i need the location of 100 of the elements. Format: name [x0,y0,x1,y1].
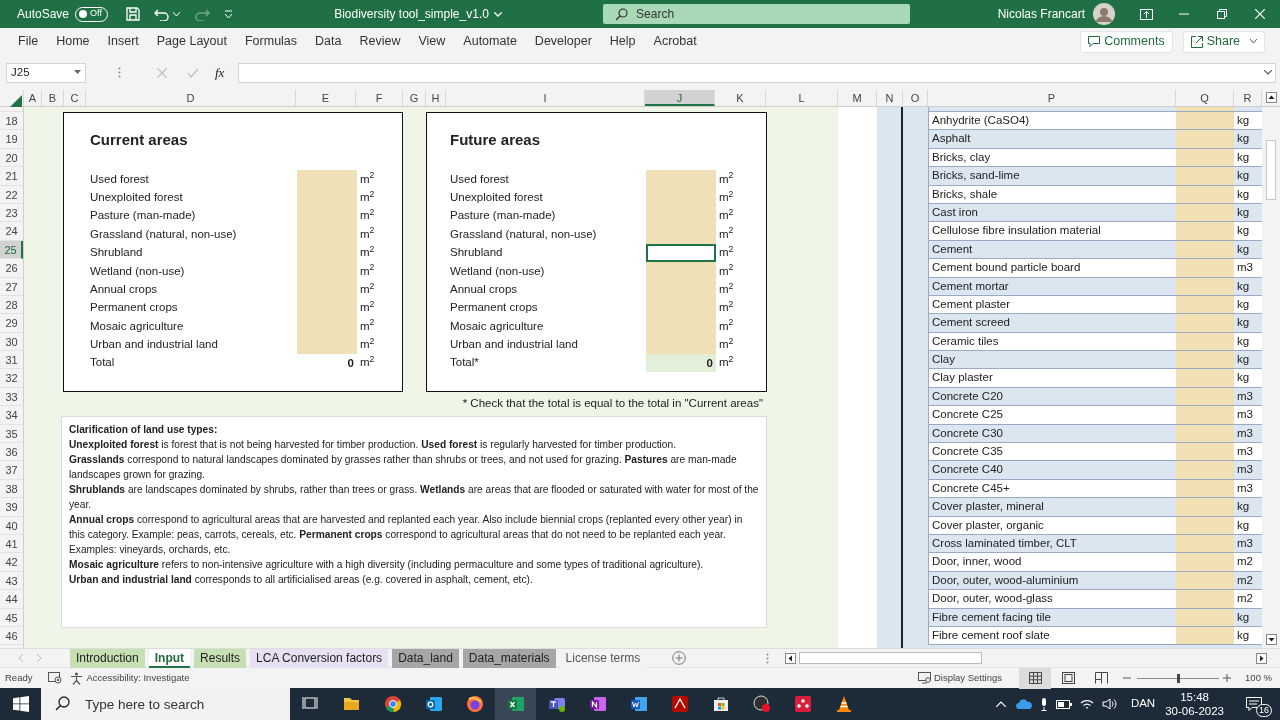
column-header[interactable]: D [86,90,296,106]
input-cell[interactable] [1176,314,1234,333]
macro-record-icon[interactable] [48,672,63,684]
zoom-level[interactable]: 100 % [1245,670,1272,686]
recorder-icon[interactable] [752,695,771,713]
ribbon-tab[interactable]: Automate [454,32,526,51]
cloud-icon[interactable] [1015,698,1032,710]
customize-icon[interactable] [224,9,234,19]
chrome-icon[interactable] [383,695,402,713]
scroll-down-icon[interactable] [1265,634,1277,645]
wifi-icon[interactable] [1079,698,1094,710]
sheet-tab[interactable]: Introduction [70,648,145,668]
sheet-tab[interactable]: Data_land [392,648,459,668]
previous-sheet-icon[interactable] [18,654,24,662]
folder-icon[interactable] [342,695,361,713]
column-header[interactable]: M [838,90,877,106]
ribbon-tab[interactable]: Data [306,32,351,51]
input-cell[interactable] [1176,369,1234,388]
column-header[interactable]: R [1234,90,1262,106]
undo-icon[interactable] [154,7,171,21]
slider-thumb[interactable] [1176,673,1180,683]
accessibility-icon[interactable] [70,671,84,685]
column-header[interactable]: H [426,90,446,106]
input-cell[interactable] [1176,259,1234,278]
row-header[interactable]: 37 [0,461,23,480]
ribbon-tab[interactable]: Insert [98,32,148,51]
windows-start-icon[interactable] [12,696,29,712]
add-sheet-icon[interactable] [672,651,687,665]
row-header[interactable]: 41 [0,535,23,554]
pdf-icon[interactable] [670,695,689,713]
row-header[interactable]: 24 [0,222,23,241]
column-header[interactable]: C [64,90,86,106]
outlook-icon[interactable] [424,695,443,713]
column-header[interactable]: Q [1176,90,1234,106]
ribbon-tab[interactable]: Acrobat [644,32,706,51]
clock[interactable]: 15:48 30-06-2023 [1165,690,1224,718]
speaker-icon[interactable] [1101,698,1117,710]
ribbon-display-icon[interactable] [1140,8,1153,20]
ribbon-tab[interactable]: Page Layout [147,32,236,51]
language-indicator[interactable]: DAN [1130,695,1156,713]
column-header[interactable]: K [715,90,766,106]
row-header[interactable]: 29 [0,314,23,333]
input-cell[interactable] [1176,406,1234,425]
row-header[interactable]: 42 [0,553,23,572]
chevron-icon[interactable] [493,11,502,17]
row-header[interactable]: 18 [0,112,23,131]
store-icon[interactable] [711,695,730,713]
normal-view-icon[interactable] [1028,672,1042,684]
share-button[interactable]: Share [1182,30,1265,53]
input-cell[interactable] [1176,590,1234,609]
row-header[interactable]: 39 [0,498,23,517]
close-icon[interactable] [1255,9,1265,19]
ribbon-tab[interactable]: Review [350,32,410,51]
formula-input[interactable] [238,62,1276,83]
row-header[interactable]: 36 [0,443,23,462]
row-header[interactable]: 20 [0,148,23,168]
sheet-tab[interactable]: Results [194,648,247,668]
ribbon-tab[interactable]: View [409,32,455,51]
page-break-icon[interactable] [1095,672,1109,684]
input-cell[interactable] [1176,498,1234,517]
row-header[interactable]: 26 [0,259,23,278]
row-header[interactable]: 34 [0,406,23,425]
sheet-tab[interactable]: Data_materials [462,648,556,668]
teams-icon[interactable] [547,695,566,713]
avatar-icon[interactable] [1093,3,1115,25]
firefox-icon[interactable] [465,695,484,713]
input-cell[interactable] [297,170,357,189]
column-header[interactable]: O [903,90,928,106]
column-header[interactable]: B [42,90,64,106]
display-settings-icon[interactable] [917,672,931,684]
row-header[interactable]: 46 [0,626,23,646]
display-settings-button[interactable]: Display Settings [933,670,1003,686]
enter-icon[interactable] [187,67,199,78]
input-cell[interactable] [646,225,716,244]
row-header[interactable]: 19 [0,130,23,149]
column-header[interactable]: A [24,90,42,106]
column-header[interactable]: L [766,90,838,106]
input-cell[interactable] [1176,222,1234,241]
ribbon-tab[interactable]: Developer [525,32,601,51]
page-layout-icon[interactable] [1062,672,1076,684]
row-header[interactable]: 21 [0,167,23,186]
input-cell[interactable] [1176,112,1234,131]
scroll-right-icon[interactable] [1256,652,1268,664]
scroll-up-icon[interactable] [1265,92,1277,103]
microphone-icon[interactable] [1039,697,1048,711]
scroll-left-icon[interactable] [785,652,797,664]
row-header[interactable]: 22 [0,185,23,204]
ribbon-tab[interactable]: Help [600,32,645,51]
next-sheet-icon[interactable] [36,654,42,662]
cancel-icon[interactable] [157,67,167,78]
input-cell[interactable] [646,170,716,189]
insert-function-button[interactable]: fx [215,62,225,83]
input-cell[interactable] [1176,351,1234,370]
scroll-thumb[interactable] [799,652,983,664]
restore-icon[interactable] [1217,9,1227,19]
scroll-thumb[interactable] [1266,140,1276,200]
name-box[interactable]: J25 [6,62,86,83]
search-box[interactable]: Search [603,4,911,24]
row-header[interactable]: 28 [0,295,23,315]
ribbon-tab[interactable]: Home [47,32,99,51]
